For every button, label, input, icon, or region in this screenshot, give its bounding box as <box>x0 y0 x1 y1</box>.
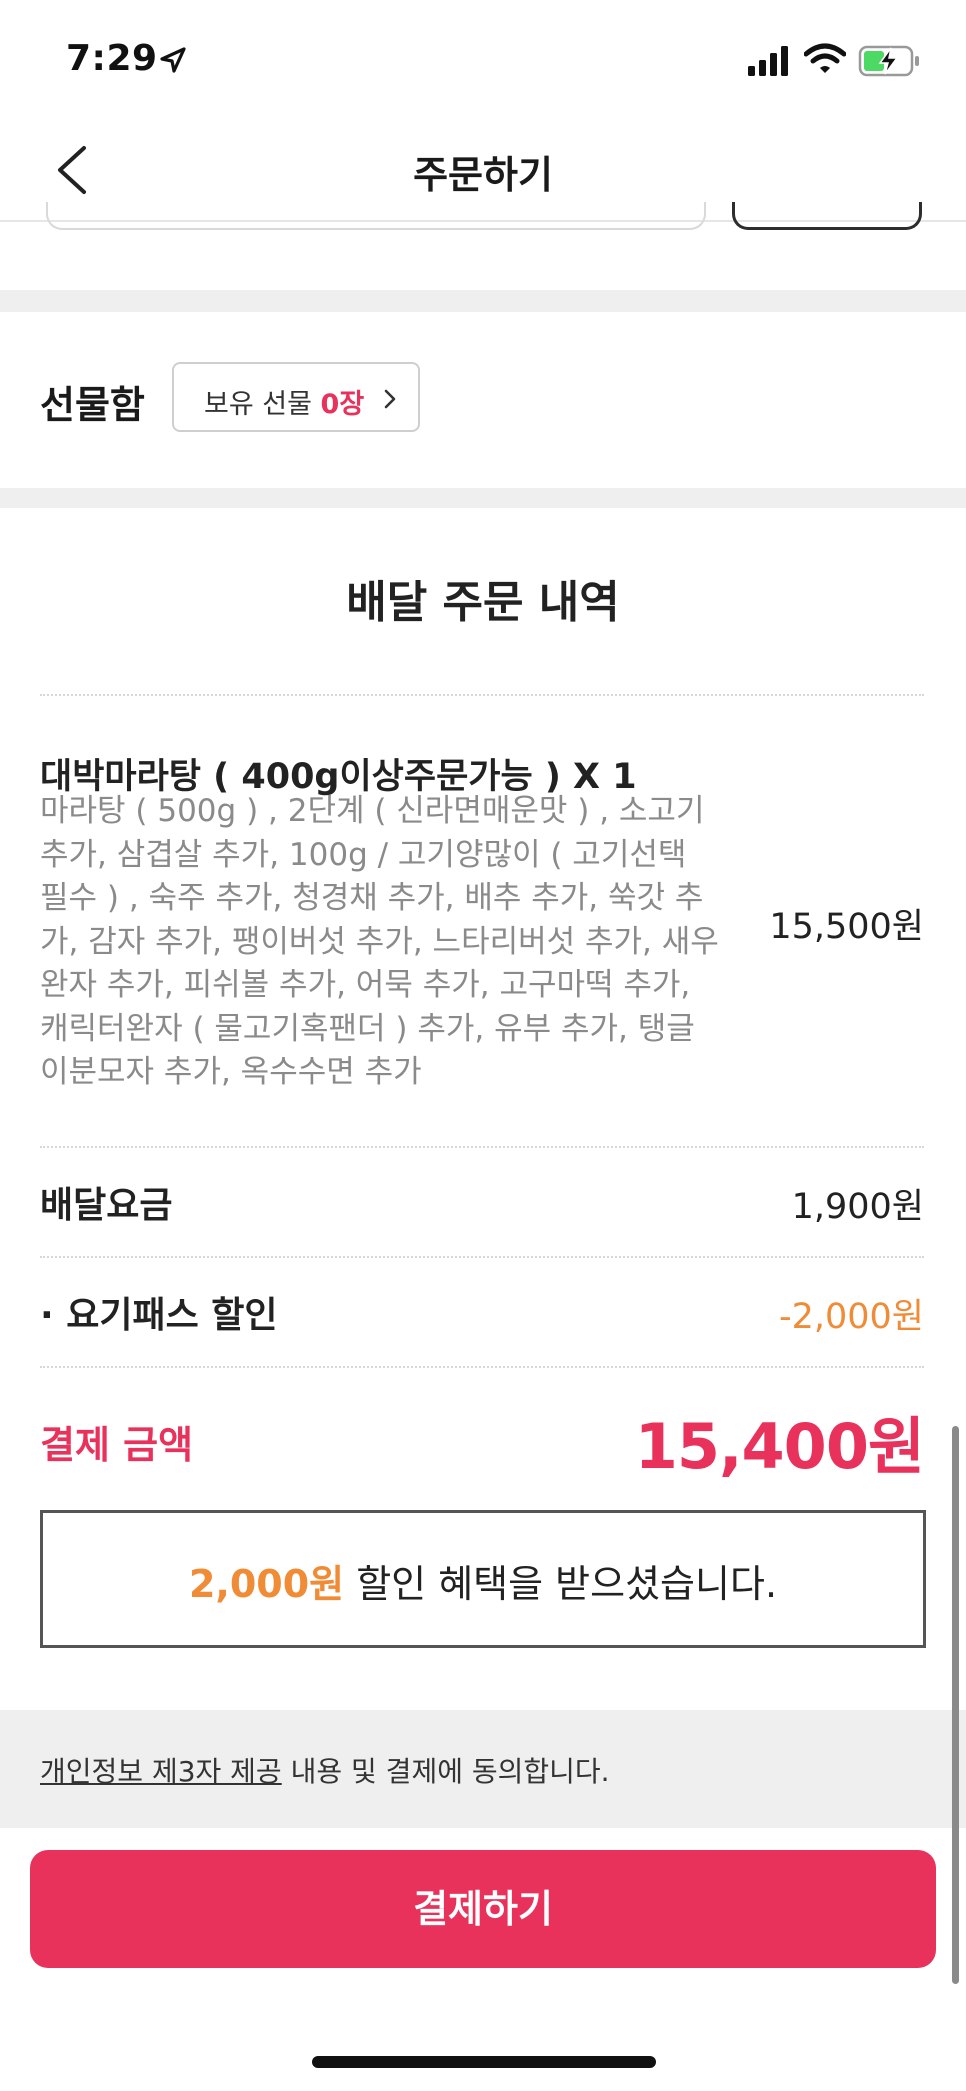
agreement-section: 개인정보 제3자 제공 내용 및 결제에 동의합니다. <box>0 1710 966 1828</box>
battery-charging-icon <box>858 45 919 77</box>
yogipass-discount-value: -2,000원 <box>778 1297 924 1337</box>
chevron-right-icon <box>384 389 396 409</box>
location-arrow-icon <box>160 47 186 73</box>
divider <box>40 1366 924 1368</box>
menu-item-price: 15,500원 <box>769 907 924 947</box>
gift-section: 선물함 보유 선물 0장 <box>0 312 966 488</box>
delivery-fee-value: 1,900원 <box>791 1187 924 1227</box>
cellular-signal-icon <box>748 46 788 76</box>
partial-button[interactable] <box>732 202 922 230</box>
delivery-fee-label: 배달요금 <box>40 1185 173 1226</box>
menu-item-options: 마라탕 ( 500g ) , 2단계 ( 신라면매운맛 ) , 소고기 추가, … <box>40 793 719 1090</box>
section-divider <box>0 488 966 508</box>
gift-count: 0장 <box>320 389 365 420</box>
status-time: 7:29 <box>66 38 158 79</box>
gift-label: 선물함 <box>40 383 145 427</box>
gift-box-text: 보유 선물 0장 <box>204 389 365 420</box>
scrolled-away-form-row <box>0 202 966 232</box>
page-title: 주문하기 <box>413 153 553 197</box>
wifi-icon <box>804 43 846 73</box>
total-amount-label: 결제 금액 <box>40 1423 194 1467</box>
yogipass-discount-label: · 요기패스 할인 <box>40 1295 278 1336</box>
section-divider <box>0 290 966 312</box>
divider <box>40 694 924 696</box>
gift-box-button[interactable]: 보유 선물 0장 <box>172 362 420 432</box>
agreement-text: 개인정보 제3자 제공 내용 및 결제에 동의합니다. <box>40 1755 610 1788</box>
order-summary-title: 배달 주문 내역 <box>346 577 620 628</box>
discount-notice-text: 할인 혜택을 받으셨습니다. <box>344 1562 778 1606</box>
privacy-third-party-link[interactable]: 개인정보 제3자 제공 <box>40 1755 282 1788</box>
discount-notice-amount: 2,000원 <box>188 1562 345 1606</box>
pay-button[interactable]: 결제하기 <box>30 1850 936 1968</box>
scrollbar[interactable] <box>952 1426 959 1984</box>
partial-input-field[interactable] <box>46 202 706 230</box>
discount-notice-box: 2,000원 할인 혜택을 받으셨습니다. <box>40 1510 926 1648</box>
status-bar: 7:29 <box>0 0 966 120</box>
divider <box>40 1256 924 1258</box>
total-amount-value: 15,400원 <box>634 1410 925 1483</box>
divider <box>40 1146 924 1148</box>
home-indicator <box>312 2056 656 2068</box>
